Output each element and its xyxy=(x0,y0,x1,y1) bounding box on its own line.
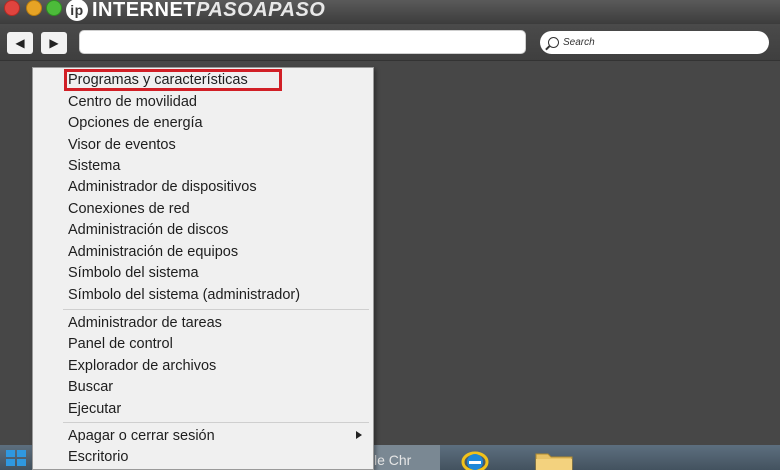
menu-item-admin-discos[interactable]: Administración de discos xyxy=(68,220,228,240)
logo-badge-icon: ip xyxy=(66,0,88,21)
search-icon xyxy=(548,37,559,48)
menu-item-visor-eventos[interactable]: Visor de eventos xyxy=(68,135,176,155)
menu-item-buscar[interactable]: Buscar xyxy=(68,377,113,397)
menu-item-explorador-archivos[interactable]: Explorador de archivos xyxy=(68,356,216,376)
file-explorer-icon[interactable] xyxy=(532,448,576,470)
menu-item-apagar[interactable]: Apagar o cerrar sesión xyxy=(68,426,215,446)
menu-item-centro-movilidad[interactable]: Centro de movilidad xyxy=(68,92,197,112)
submenu-arrow-icon xyxy=(356,431,362,439)
minimize-window-button[interactable] xyxy=(26,0,42,16)
logo-text-main: INTERNET xyxy=(92,0,196,21)
windows-start-icon[interactable] xyxy=(6,450,26,466)
menu-item-opciones-energia[interactable]: Opciones de energía xyxy=(68,113,203,133)
menu-item-simbolo-sistema[interactable]: Símbolo del sistema xyxy=(68,263,199,283)
menu-item-escritorio[interactable]: Escritorio xyxy=(68,447,128,467)
logo-text-accent: PASOAPASO xyxy=(196,0,326,21)
search-input[interactable]: Search xyxy=(540,31,769,54)
menu-item-admin-tareas[interactable]: Administrador de tareas xyxy=(68,313,222,333)
menu-item-simbolo-sistema-admin[interactable]: Símbolo del sistema (administrador) xyxy=(68,285,300,305)
menu-separator xyxy=(63,422,369,423)
winx-context-menu: Programas y características Centro de mo… xyxy=(32,67,374,470)
menu-item-programas[interactable]: Programas y características xyxy=(68,70,248,90)
menu-item-admin-equipos[interactable]: Administración de equipos xyxy=(68,242,238,262)
menu-item-admin-dispositivos[interactable]: Administrador de dispositivos xyxy=(68,177,257,197)
menu-item-panel-control[interactable]: Panel de control xyxy=(68,334,173,354)
menu-item-ejecutar[interactable]: Ejecutar xyxy=(68,399,121,419)
maximize-window-button[interactable] xyxy=(46,0,62,16)
back-button[interactable]: ◀ xyxy=(7,32,33,54)
internet-explorer-icon[interactable] xyxy=(458,448,492,470)
triangle-right-icon: ▶ xyxy=(49,36,59,50)
triangle-left-icon: ◀ xyxy=(15,36,25,50)
forward-button[interactable]: ▶ xyxy=(41,32,67,54)
search-placeholder: Search xyxy=(563,37,595,48)
close-window-button[interactable] xyxy=(4,0,20,16)
site-logo: ip INTERNET PASOAPASO xyxy=(66,0,325,22)
menu-item-conexiones-red[interactable]: Conexiones de red xyxy=(68,199,190,219)
menu-separator xyxy=(63,309,369,310)
taskbar-chrome-button[interactable]: le Chr xyxy=(366,445,440,470)
menu-item-sistema[interactable]: Sistema xyxy=(68,156,120,176)
browser-titlebar: ip INTERNET PASOAPASO xyxy=(0,0,780,24)
browser-toolbar: ◀ ▶ Search xyxy=(0,24,780,61)
address-bar[interactable] xyxy=(79,30,526,54)
